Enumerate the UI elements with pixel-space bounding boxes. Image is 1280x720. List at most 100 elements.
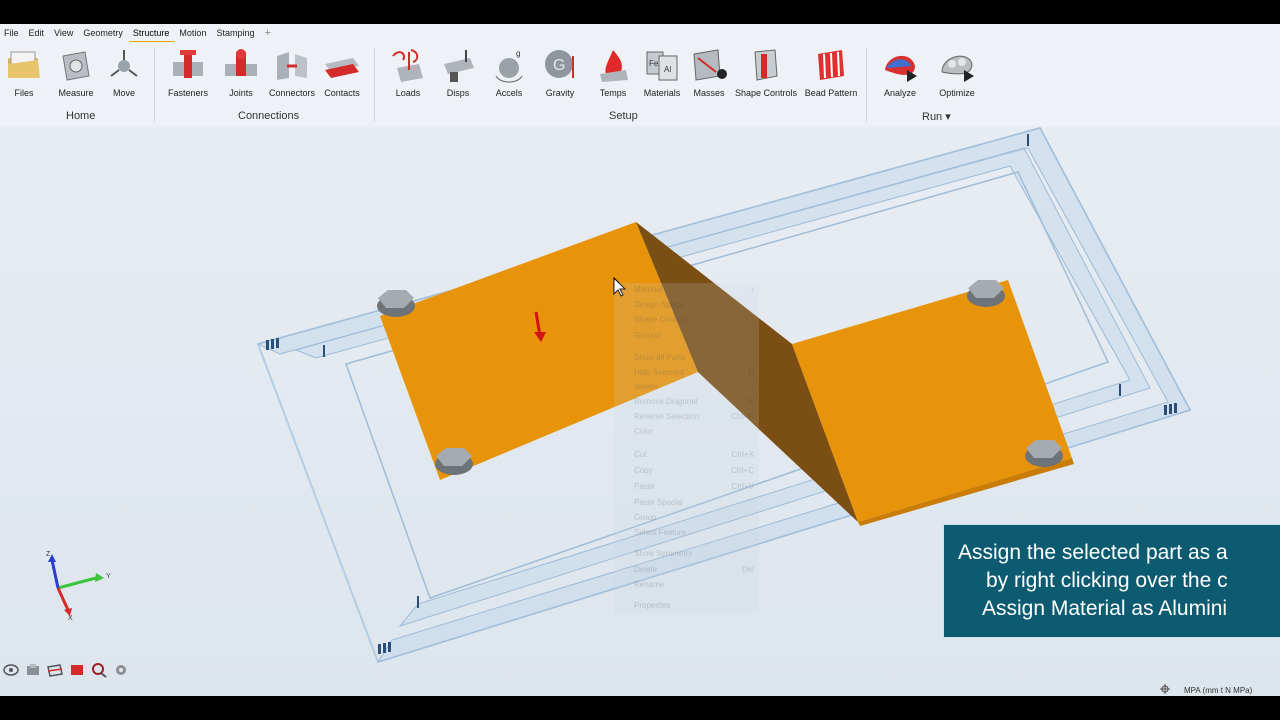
pan-icon[interactable] (24, 662, 42, 678)
measure-button[interactable]: Measure (56, 46, 96, 98)
context-menu-item[interactable]: Show all Parts (634, 353, 754, 362)
menu-geometry[interactable]: Geometry (79, 24, 129, 42)
unit-system-selector[interactable]: MPA (mm t N MPa) (1184, 686, 1252, 695)
fastener-nut-icon[interactable] (967, 280, 1005, 307)
loads-button[interactable]: Loads (388, 46, 428, 98)
context-menu-item[interactable]: Copy Ctrl+C (634, 466, 754, 475)
joint-icon (222, 46, 260, 84)
context-menu-item[interactable]: Show Symmetry (634, 549, 754, 558)
inspire-application: File Edit View Geometry Structure Motion… (0, 24, 1280, 696)
context-menu-item[interactable]: Isolate I (634, 382, 754, 391)
render-settings-icon[interactable] (112, 662, 130, 678)
optimize-button[interactable]: Optimize (934, 46, 980, 98)
shape-controls-button[interactable]: Shape Controls (734, 46, 798, 98)
letterbox-bottom (0, 696, 1280, 720)
fastener-nut-icon[interactable] (377, 290, 415, 317)
temps-button[interactable]: Temps (594, 46, 632, 98)
menu-bar: File Edit View Geometry Structure Motion… (0, 24, 1280, 42)
context-menu-item[interactable]: Hide Selected H (634, 368, 754, 377)
context-menu-item[interactable]: Paste Special (634, 498, 754, 507)
ribbon: Files Measure Move Home Fasteners Joints… (0, 42, 1280, 126)
context-menu-item[interactable]: Remove Diagonal R (634, 397, 754, 406)
group-connections: Connections (238, 110, 300, 122)
analyze-icon (881, 46, 919, 84)
menu-file[interactable]: File (0, 24, 25, 42)
disps-label: Disps (446, 88, 470, 98)
context-menu-item[interactable]: Design Space (634, 300, 754, 309)
triad-z-label: Z (46, 551, 51, 558)
files-button[interactable]: Files (4, 46, 44, 98)
context-menu-item[interactable]: Reverse Selection Ctrl+R (634, 412, 754, 421)
context-menu-item[interactable]: Color (634, 427, 754, 436)
svg-text:Fe: Fe (649, 59, 659, 68)
caption-line: by right clicking over the c (986, 569, 1228, 592)
gravity-label: Gravity (545, 88, 575, 98)
files-label: Files (14, 88, 34, 98)
context-menu-item[interactable]: Delete Del (634, 565, 754, 574)
menu-view[interactable]: View (50, 24, 79, 42)
context-menu-item[interactable]: Material › (634, 285, 754, 294)
caption-line: Assign Material as Alumini (982, 597, 1228, 620)
ribbon-separator (866, 48, 867, 122)
masses-label: Masses (693, 88, 725, 98)
section-icon[interactable] (46, 662, 64, 678)
context-menu-item[interactable]: Ground (634, 331, 754, 340)
context-menu: Material › Design Space Shape Controls › G… (614, 283, 759, 613)
fastener-icon (169, 46, 207, 84)
contact-icon (323, 46, 361, 84)
context-menu-item[interactable]: Rename (634, 580, 754, 589)
bead-pattern-button[interactable]: Bead Pattern (802, 46, 860, 98)
ribbon-separator (154, 48, 155, 122)
contacts-button[interactable]: Contacts (322, 46, 362, 98)
fasteners-button[interactable]: Fasteners (166, 46, 210, 98)
context-menu-item[interactable]: Shape Controls › (634, 315, 754, 324)
bead-pattern-label: Bead Pattern (804, 88, 858, 98)
add-tab-icon[interactable]: + (260, 24, 276, 42)
menu-motion[interactable]: Motion (175, 24, 212, 42)
shaded-view-icon[interactable] (68, 662, 86, 678)
temperature-icon (594, 46, 632, 84)
masses-button[interactable]: Masses (690, 46, 728, 98)
disps-button[interactable]: Disps (440, 46, 476, 98)
context-menu-item[interactable]: Paste Ctrl+V (634, 482, 754, 491)
tutorial-caption: Assign the selected part as a by right c… (943, 524, 1280, 638)
menu-structure[interactable]: Structure (128, 24, 176, 42)
context-menu-item[interactable]: Cut Ctrl+X (634, 450, 754, 459)
accels-label: Accels (495, 88, 523, 98)
run-dropdown[interactable]: Run ▾ (922, 110, 951, 123)
material-icon: Fe Al (643, 46, 681, 84)
ribbon-separator (374, 48, 375, 122)
move-label: Move (112, 88, 135, 98)
analyze-label: Analyze (883, 88, 917, 98)
materials-button[interactable]: Fe Al Materials (642, 46, 682, 98)
context-menu-item[interactable]: Group (634, 513, 754, 522)
caption-line: Assign the selected part as a (958, 541, 1228, 564)
view-toolbar (2, 662, 130, 678)
menu-stamping[interactable]: Stamping (212, 24, 260, 42)
analyze-button[interactable]: Analyze (880, 46, 920, 98)
measure-label: Measure (58, 88, 94, 98)
connector-icon (273, 46, 311, 84)
accels-button[interactable]: g Accels (490, 46, 528, 98)
joints-button[interactable]: Joints (222, 46, 260, 98)
svg-text:Al: Al (664, 65, 671, 74)
measure-icon (57, 46, 95, 84)
loads-label: Loads (395, 88, 421, 98)
materials-label: Materials (643, 88, 681, 98)
move-icon (105, 46, 143, 84)
orbit-icon[interactable] (2, 662, 20, 678)
snap-settings-icon[interactable] (1160, 684, 1170, 696)
zoom-icon[interactable] (90, 662, 108, 678)
bead-pattern-icon (812, 46, 850, 84)
context-menu-item[interactable]: Select Feature (634, 528, 754, 537)
folder-icon (5, 46, 43, 84)
menu-edit[interactable]: Edit (25, 24, 51, 42)
context-menu-item[interactable]: Properties (634, 601, 754, 610)
svg-text:G: G (553, 57, 565, 74)
acceleration-icon: g (490, 46, 528, 84)
load-icon (389, 46, 427, 84)
gravity-button[interactable]: G Gravity (540, 46, 580, 98)
connectors-button[interactable]: Connectors (268, 46, 316, 98)
status-bar: MPA (mm t N MPa) (1160, 684, 1252, 696)
move-button[interactable]: Move (104, 46, 144, 98)
